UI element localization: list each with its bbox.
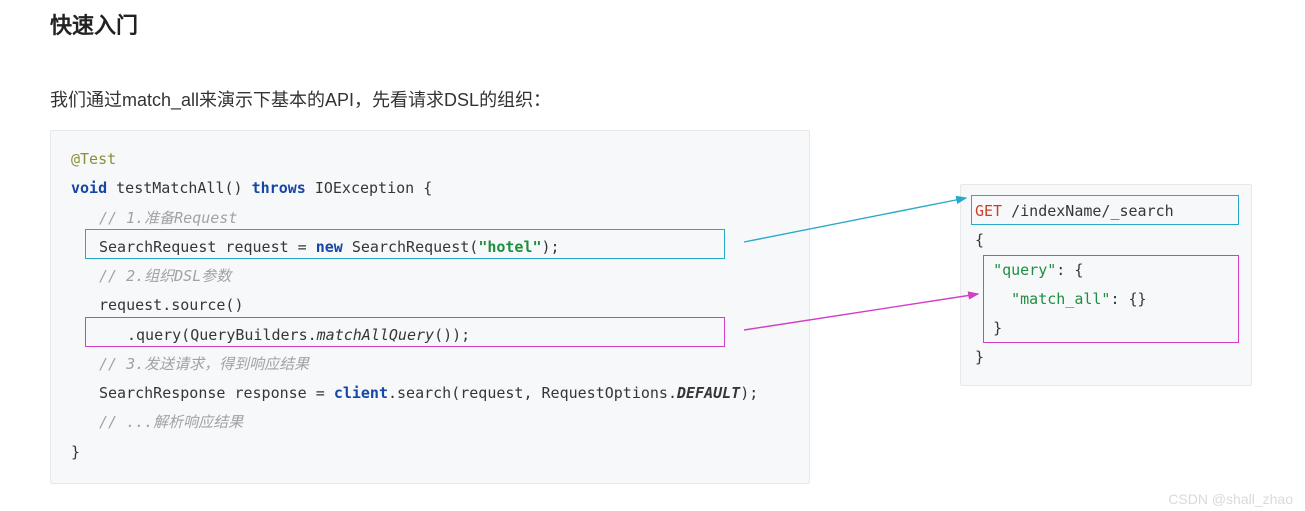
- dsl-match-all: "match_all": {}: [975, 285, 1237, 314]
- java-code-block: @Test void testMatchAll() throws IOExcep…: [50, 130, 810, 484]
- watermark: CSDN @shall_zhao: [1168, 491, 1293, 507]
- comment-4: // ...解析响应结果: [71, 408, 243, 437]
- comment-3: // 3.发送请求，得到响应结果: [71, 350, 309, 379]
- dsl-block: GET /indexName/_search { "query": { "mat…: [960, 184, 1252, 386]
- line-source: request.source(): [71, 291, 244, 320]
- intro-text: 我们通过match_all来演示下基本的API，先看请求DSL的组织：: [50, 86, 1255, 112]
- dsl-query-open: "query": {: [975, 256, 1237, 285]
- annotation: @Test: [71, 150, 116, 168]
- line-query: .query(QueryBuilders.matchAllQuery());: [71, 321, 470, 350]
- kw-throws: throws: [252, 179, 306, 197]
- dsl-get-line: GET /indexName/_search: [975, 197, 1237, 226]
- kw-void: void: [71, 179, 107, 197]
- dsl-open: {: [975, 226, 1237, 255]
- page-title: 快速入门: [50, 0, 1255, 40]
- dsl-query-close: }: [975, 314, 1237, 343]
- fn-name: testMatchAll(): [107, 179, 252, 197]
- close-brace: }: [71, 443, 80, 461]
- line-response: SearchResponse response = client.search(…: [71, 379, 758, 408]
- dsl-close: }: [975, 343, 1237, 372]
- code-area: @Test void testMatchAll() throws IOExcep…: [50, 130, 1255, 484]
- exception: IOException {: [306, 179, 432, 197]
- comment-2: // 2.组织DSL参数: [71, 262, 231, 291]
- line-request: SearchRequest request = new SearchReques…: [71, 233, 560, 262]
- comment-1: // 1.准备Request: [71, 204, 237, 233]
